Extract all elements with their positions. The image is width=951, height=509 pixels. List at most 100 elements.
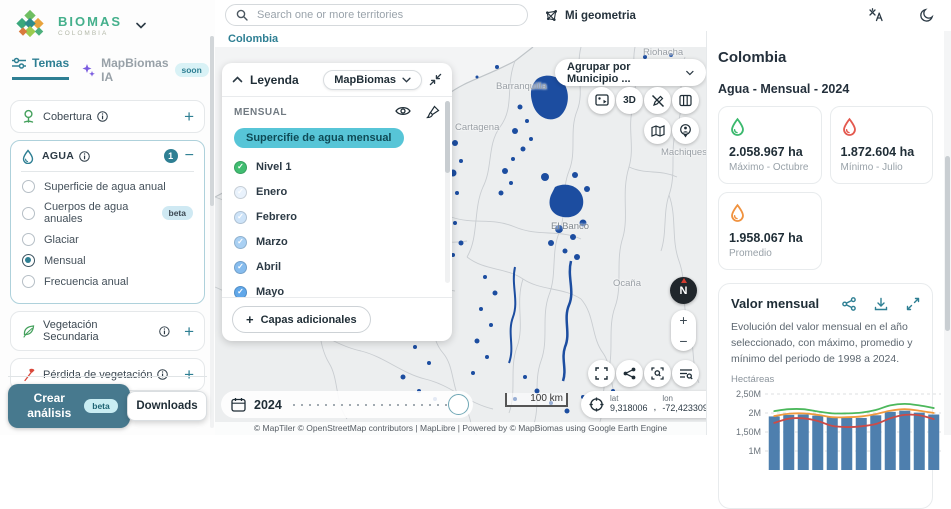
downloads-button[interactable]: Downloads (127, 391, 207, 421)
additional-layers-button[interactable]: + Capas adicionales (232, 306, 371, 333)
tab-temas-label: Temas (32, 56, 69, 70)
expand-chart-icon[interactable] (906, 297, 920, 311)
year-label: 2024 (254, 398, 282, 412)
satellite-view-button[interactable] (588, 87, 615, 114)
svg-text:1M: 1M (748, 446, 761, 456)
beta-badge: beta (162, 206, 193, 220)
mi-geometria-button[interactable]: Mi geometria (545, 0, 636, 31)
stat-value: 2.058.967 ha (729, 145, 811, 159)
legend-item-enero[interactable]: Enero (234, 182, 440, 202)
radio-checked[interactable] (22, 254, 35, 267)
search-input[interactable] (255, 8, 517, 22)
zoom-out-button[interactable]: − (679, 334, 687, 348)
theme-agua: AGUA 1 − Superficie de agua anual Cuerpo… (10, 140, 205, 304)
chevron-down-icon (402, 77, 411, 83)
details-panel: Colombia Agua - Mensual - 2024 2.058.967… (706, 31, 944, 435)
agua-count-badge: 1 (164, 149, 178, 163)
legend-item-febrero[interactable]: Febrero (234, 207, 440, 227)
map-label-barranquilla: Barranquilla (496, 81, 547, 92)
page-scrollbar[interactable] (944, 31, 951, 435)
stat-value: 1.958.067 ha (729, 231, 811, 245)
check-circle[interactable] (234, 286, 247, 298)
tab-temas[interactable]: Temas (12, 56, 69, 80)
theme-agua-header[interactable]: AGUA 1 − (21, 148, 194, 164)
lat-value: 9,318006 (610, 404, 648, 414)
stat-value: 1.872.604 ha (841, 145, 923, 159)
legend-scrollbar[interactable] (445, 101, 450, 283)
monthly-value-chart: 2,50M2M1,50M1M (731, 386, 945, 470)
3d-view-button[interactable]: 3D (616, 87, 643, 114)
zoom-in-button[interactable]: + (679, 313, 687, 327)
option-cuerpos[interactable]: Cuerpos de agua anuales beta (22, 201, 193, 225)
tab-mapbiomas-ia[interactable]: MapBiomas IA soon (82, 56, 209, 91)
theme-perdida-header[interactable]: Pérdida de vegetación + (21, 366, 194, 383)
legend-item-abril[interactable]: Abril (234, 257, 440, 277)
legend-panel: Leyenda MapBiomas MENSUAL Supercifie de … (222, 63, 452, 341)
download-chart-icon[interactable] (874, 297, 888, 311)
radio-unchecked[interactable] (22, 275, 35, 288)
legend-section-title: MENSUAL (234, 107, 287, 118)
option-superficie[interactable]: Superficie de agua anual (22, 180, 193, 193)
search-list-button[interactable] (672, 360, 699, 387)
search-area-button[interactable] (644, 360, 671, 387)
expand-vegetacion-button[interactable]: + (184, 323, 194, 340)
crosshair-icon[interactable] (589, 397, 604, 412)
collapse-agua-button[interactable]: − (185, 148, 194, 164)
fullscreen-button[interactable] (588, 360, 615, 387)
info-icon (97, 111, 108, 122)
legend-source-select[interactable]: MapBiomas (323, 70, 422, 90)
legend-item-marzo[interactable]: Marzo (234, 232, 440, 252)
chevron-down-icon[interactable] (136, 22, 146, 29)
legend-title: Leyenda (250, 73, 299, 87)
theme-cobertura-header[interactable]: Cobertura + (21, 108, 194, 125)
territory-search[interactable] (225, 4, 528, 26)
compass-north-button[interactable]: N (670, 277, 697, 304)
year-slider-handle[interactable] (448, 394, 469, 415)
paintbrush-icon[interactable] (426, 105, 440, 119)
layer-pill[interactable]: Supercifie de agua mensual (234, 128, 404, 148)
axe-icon (21, 367, 36, 382)
check-circle[interactable] (234, 236, 247, 249)
map-attribution: © MapTiler © OpenStreetMap contributors … (215, 422, 706, 435)
option-frecuencia[interactable]: Frecuencia anual (22, 275, 193, 288)
legend-item-nivel1[interactable]: Nivel 1 (234, 157, 440, 177)
tree-icon (21, 109, 36, 124)
dark-mode-moon-icon[interactable] (919, 7, 935, 23)
create-analysis-button[interactable]: Crear análisis beta (8, 384, 130, 428)
share-chart-icon[interactable] (842, 297, 856, 311)
option-mensual[interactable]: Mensual (22, 254, 193, 267)
collapse-icon[interactable] (429, 73, 442, 86)
expand-perdida-button[interactable]: + (184, 366, 194, 383)
expand-cobertura-button[interactable]: + (184, 108, 194, 125)
check-circle[interactable] (234, 161, 247, 174)
radio-unchecked[interactable] (22, 180, 35, 193)
monthly-value-card: Valor mensual Evolución del valor mensua… (718, 283, 933, 509)
eye-icon[interactable] (395, 105, 411, 117)
check-circle[interactable] (234, 261, 247, 274)
water-drop-icon (21, 149, 35, 164)
chevron-up-icon[interactable] (232, 76, 243, 83)
radio-unchecked[interactable] (22, 207, 35, 220)
sliders-icon (12, 57, 26, 69)
layers-columns-button[interactable] (672, 87, 699, 114)
year-slider-track[interactable] (290, 404, 463, 406)
group-by-select[interactable]: Agrupar por Municipio ... (555, 59, 706, 86)
share-map-button[interactable] (616, 360, 643, 387)
street-view-button[interactable] (672, 117, 699, 144)
logo[interactable]: MAPBIOMAS COLOMBIA (0, 0, 215, 46)
draw-disabled-button[interactable] (644, 87, 671, 114)
theme-perdida-label: Pérdida de vegetación (43, 369, 152, 381)
option-glaciar[interactable]: Glaciar (22, 233, 193, 246)
topbar: Mi geometria (215, 0, 951, 32)
logo-biomas-text: BIOMAS (58, 14, 122, 29)
legend-item-mayo[interactable]: Mayo (234, 282, 440, 297)
basemap-button[interactable] (644, 117, 671, 144)
radio-unchecked[interactable] (22, 233, 35, 246)
check-circle[interactable] (234, 211, 247, 224)
sidebar-scrollbar[interactable] (210, 36, 214, 428)
theme-agua-label: AGUA (42, 150, 74, 162)
check-circle[interactable] (234, 186, 247, 199)
theme-vegetacion-header[interactable]: Vegetación Secundaria + (21, 319, 194, 343)
breadcrumb[interactable]: Colombia (228, 33, 278, 45)
translate-icon[interactable] (867, 7, 884, 23)
